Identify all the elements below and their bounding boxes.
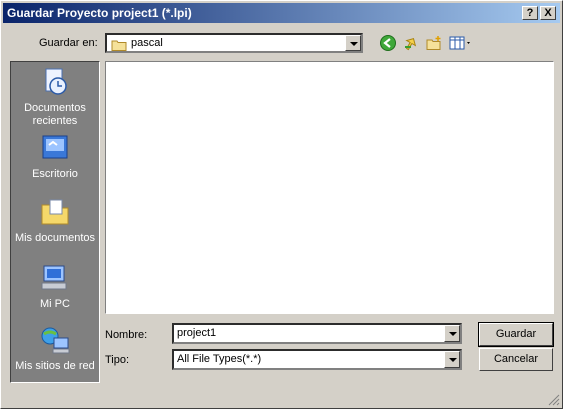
filetype-label: Tipo: (105, 354, 130, 366)
filename-dropdown-arrow[interactable] (444, 325, 460, 342)
file-list[interactable] (105, 61, 554, 314)
filename-combobox[interactable]: project1 (172, 323, 462, 344)
save-button[interactable]: Guardar (478, 322, 554, 347)
my-documents-icon (41, 199, 69, 225)
place-label: Escritorio (32, 168, 78, 180)
save-in-dropdown-arrow[interactable] (345, 35, 361, 51)
save-in-combobox[interactable]: pascal (105, 33, 363, 53)
resize-grip-icon[interactable] (548, 394, 560, 406)
save-in-value: pascal (131, 37, 163, 49)
filetype-dropdown-arrow[interactable] (444, 351, 460, 368)
help-button[interactable]: ? (522, 6, 538, 20)
view-menu-icon[interactable] (449, 34, 473, 52)
place-label: Mi PC (40, 298, 70, 310)
window-title: Guardar Proyecto project1 (*.lpi) (7, 6, 192, 20)
cancel-button[interactable]: Cancelar (479, 348, 553, 371)
save-dialog: Guardar Proyecto project1 (*.lpi) ? X Gu… (0, 0, 563, 409)
filename-label: Nombre: (105, 329, 148, 341)
title-bar[interactable]: Guardar Proyecto project1 (*.lpi) ? X (3, 3, 560, 23)
place-label: Mis documentos (14, 232, 96, 244)
my-computer-icon (41, 265, 67, 290)
place-my-computer[interactable]: Mi PC (11, 262, 99, 311)
place-label: Documentos recientes (24, 102, 86, 127)
desktop-icon (42, 135, 68, 159)
up-one-level-icon[interactable] (402, 34, 420, 52)
place-desktop[interactable]: Escritorio (11, 132, 99, 181)
recent-documents-icon (45, 68, 67, 95)
place-my-documents[interactable]: Mis documentos (11, 196, 99, 245)
places-bar: Documentos recientes Escritorio Mis docu… (10, 61, 100, 383)
back-icon[interactable] (379, 34, 397, 52)
new-folder-icon[interactable] (425, 34, 443, 52)
close-button[interactable]: X (540, 6, 556, 20)
folder-icon (111, 40, 127, 51)
save-in-label: Guardar en: (39, 37, 98, 49)
place-label: Mis sitios de red (15, 360, 95, 372)
filetype-combobox[interactable]: All File Types(*.*) (172, 349, 462, 370)
filetype-value: All File Types(*.*) (177, 353, 262, 365)
place-recent-documents[interactable]: Documentos recientes (11, 66, 99, 128)
filename-input[interactable]: project1 (177, 327, 216, 339)
place-network-places[interactable]: Mis sitios de red (11, 324, 99, 373)
network-places-icon (41, 327, 70, 354)
